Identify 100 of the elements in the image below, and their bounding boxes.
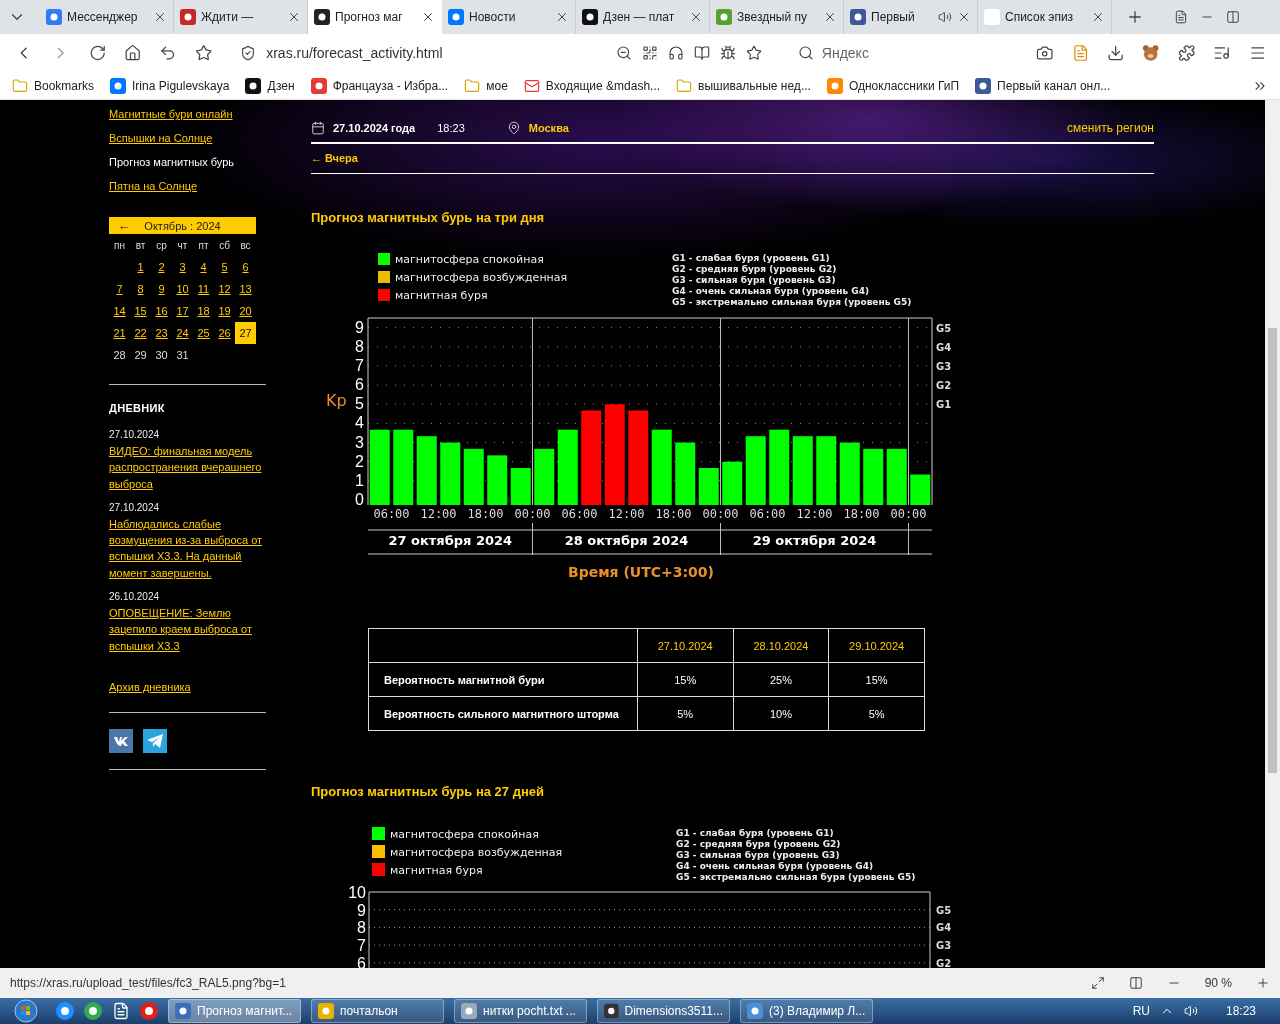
calendar-day[interactable]: 21: [109, 322, 130, 344]
calendar-day[interactable]: 13: [235, 278, 256, 300]
bookmark-link[interactable]: Irina Pigulevskaya: [110, 77, 230, 94]
close-icon[interactable]: [957, 10, 971, 24]
calendar-day[interactable]: 23: [151, 322, 172, 344]
headphones-icon[interactable]: [667, 45, 684, 61]
calendar-day[interactable]: 14: [109, 300, 130, 322]
document-icon[interactable]: [1071, 44, 1090, 62]
calendar-day[interactable]: 25: [193, 322, 214, 344]
close-icon[interactable]: [153, 10, 167, 24]
city-link[interactable]: Москва: [528, 121, 1059, 134]
calendar-day[interactable]: 8: [130, 278, 151, 300]
undo-icon[interactable]: [159, 44, 177, 62]
social-link[interactable]: [143, 728, 167, 753]
menu-icon[interactable]: [1248, 44, 1267, 62]
calendar-day[interactable]: 6: [235, 256, 256, 278]
calendar-day[interactable]: 5: [214, 256, 235, 278]
extensions-icon[interactable]: [1177, 44, 1196, 62]
browser-icon[interactable]: [56, 1002, 74, 1020]
taskbar-window[interactable]: почтальон: [311, 999, 444, 1023]
close-icon[interactable]: [689, 10, 703, 24]
previous-month-link[interactable]: ←: [109, 218, 139, 233]
entry-link[interactable]: ОПОВЕЩЕНИЕ: Землю зацепило краем выброса от вспышки X3.3: [109, 605, 266, 654]
browser-tab[interactable]: Прогноз маг: [308, 0, 442, 34]
home-icon[interactable]: [124, 44, 142, 62]
bookmark-link[interactable]: вышивальные нед...: [676, 77, 811, 94]
calendar-day[interactable]: 26: [214, 322, 235, 344]
calendar-day[interactable]: 20: [235, 300, 256, 322]
nav-link[interactable]: Вспышки на Солнце: [109, 126, 266, 150]
bookmark-link[interactable]: Входящие &mdash...: [523, 77, 661, 94]
calendar-day[interactable]: 17: [172, 300, 193, 322]
close-icon[interactable]: [287, 10, 301, 24]
calendar-day[interactable]: 22: [130, 322, 151, 344]
bookmark-link[interactable]: Дзен: [245, 77, 295, 94]
calendar-day[interactable]: 11: [193, 278, 214, 300]
calendar-day[interactable]: 15: [130, 300, 151, 322]
close-icon[interactable]: [1091, 10, 1105, 24]
scrollbar-thumb[interactable]: [1268, 328, 1277, 773]
window-icon[interactable]: [1174, 10, 1188, 24]
change-region-link[interactable]: сменить регион: [1066, 120, 1154, 135]
split-view-icon[interactable]: [1128, 976, 1143, 990]
bug-icon[interactable]: [719, 45, 736, 61]
fullscreen-icon[interactable]: [1090, 976, 1105, 990]
close-icon[interactable]: [823, 10, 837, 24]
restore-icon[interactable]: [1226, 10, 1240, 24]
calendar-day[interactable]: 30: [151, 344, 172, 366]
calendar-day[interactable]: 27: [235, 322, 256, 344]
taskbar-window[interactable]: Dimensions3511...: [597, 999, 730, 1023]
yesterday-link[interactable]: ← Вчера: [311, 152, 358, 165]
calendar-day[interactable]: 4: [193, 256, 214, 278]
download-icon[interactable]: [1107, 44, 1125, 62]
calendar-day[interactable]: 10: [172, 278, 193, 300]
language-indicator[interactable]: RU: [1132, 1004, 1150, 1018]
search-icon[interactable]: [797, 45, 814, 61]
volume-icon[interactable]: [1183, 1004, 1198, 1018]
qr-code-icon[interactable]: [641, 45, 658, 61]
nav-link[interactable]: Прогноз магнитных бурь: [109, 150, 266, 174]
browser-icon[interactable]: [140, 1002, 158, 1020]
calendar-day[interactable]: 1: [130, 256, 151, 278]
bookmark-link[interactable]: Bookmarks: [12, 77, 95, 94]
camera-icon[interactable]: [1036, 44, 1054, 62]
calendar-day[interactable]: 9: [151, 278, 172, 300]
new-tab-icon[interactable]: [1126, 8, 1144, 26]
browser-icon[interactable]: [84, 1002, 102, 1020]
clock[interactable]: 18:23: [1225, 1004, 1256, 1018]
zoom-in-icon[interactable]: [1256, 976, 1270, 990]
playlist-icon[interactable]: [1213, 44, 1231, 62]
taskbar-window[interactable]: (3) Владимир Л...: [740, 999, 873, 1023]
reader-icon[interactable]: [693, 45, 710, 61]
zoom-out-icon[interactable]: [615, 45, 632, 61]
close-icon[interactable]: [555, 10, 569, 24]
calendar-day[interactable]: 29: [130, 344, 151, 366]
search-field[interactable]: Яндекс: [819, 44, 984, 62]
bear-icon[interactable]: [1142, 44, 1160, 62]
calendar-day[interactable]: 16: [151, 300, 172, 322]
social-link[interactable]: [109, 728, 133, 753]
taskbar-window[interactable]: нитки pocht.txt ...: [454, 999, 587, 1023]
scrollbar[interactable]: [1265, 100, 1280, 968]
reload-icon[interactable]: [88, 44, 106, 62]
add-bookmark-icon[interactable]: [745, 45, 762, 61]
bookmark-link[interactable]: Францауза - Избра...: [310, 77, 449, 94]
close-icon[interactable]: [421, 10, 435, 24]
calendar-day[interactable]: 19: [214, 300, 235, 322]
bookmark-star-icon[interactable]: [194, 44, 213, 62]
calendar-day[interactable]: 18: [193, 300, 214, 322]
calendar-day[interactable]: 7: [109, 278, 130, 300]
nav-link[interactable]: Пятна на Солнце: [109, 174, 266, 198]
entry-link[interactable]: ВИДЕО: финальная модель распространения вчерашнего выброса: [109, 443, 266, 492]
calendar-day[interactable]: 12: [214, 278, 235, 300]
calendar-day[interactable]: 24: [172, 322, 193, 344]
calendar-day[interactable]: 31: [172, 344, 193, 366]
archive-link[interactable]: Архив дневника: [109, 678, 266, 695]
file-icon[interactable]: [112, 1002, 130, 1020]
bookmark-link[interactable]: Одноклассники ГиП: [826, 77, 960, 94]
entry-link[interactable]: Наблюдались слабые возмущения из-за выброса от вспышки X3.3. На данный момент завершены.: [109, 515, 266, 582]
bookmark-link[interactable]: Первый канал онл...: [975, 77, 1111, 94]
nav-link[interactable]: Магнитные бури онлайн: [109, 102, 266, 126]
calendar-day[interactable]: 2: [151, 256, 172, 278]
calendar-day[interactable]: 3: [172, 256, 193, 278]
bookmark-link[interactable]: мое: [464, 77, 508, 94]
